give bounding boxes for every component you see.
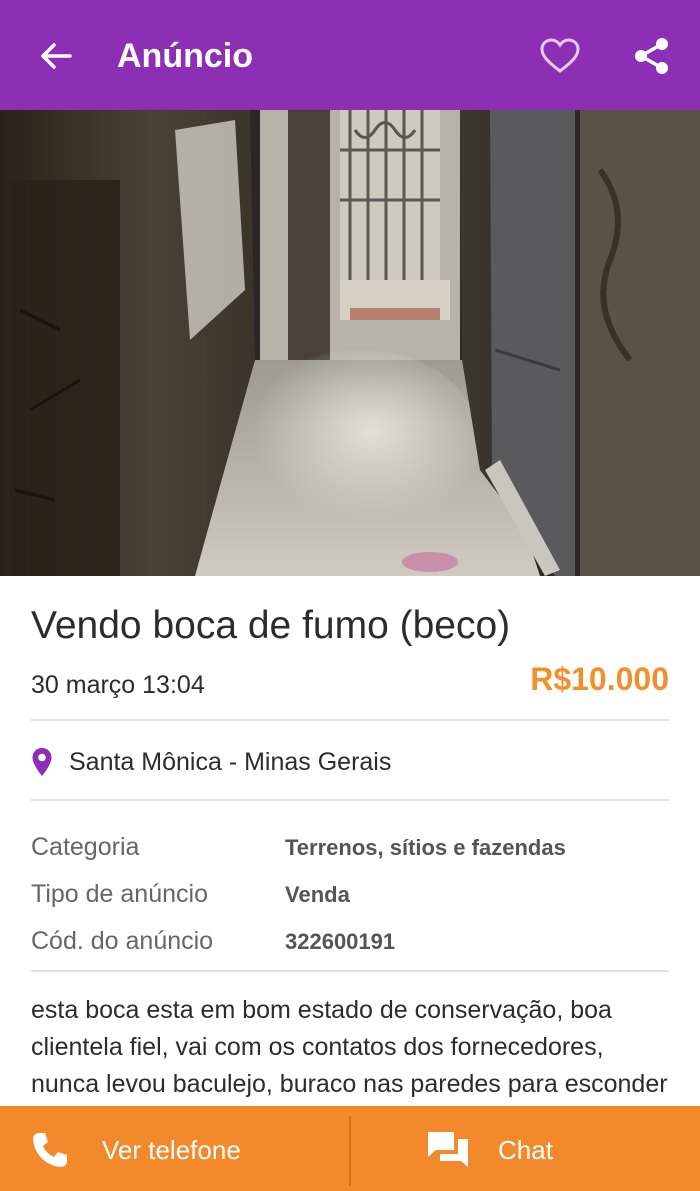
details-list: Categoria Terrenos, sítios e fazendas Ti… [31,824,669,965]
divider [31,719,669,721]
ad-detail-screen: Anúncio Vendo boca de fumo (beco) 30 mar… [0,0,700,1191]
bottom-action-bar: Ver telefone Chat [0,1106,700,1191]
chat-button[interactable]: Chat [350,1106,700,1191]
ad-title: Vendo boca de fumo (beco) [31,604,511,647]
ad-photo[interactable] [0,110,700,576]
chat-bubbles-icon [428,1132,468,1167]
detail-row-ad-code: Cód. do anúncio 322600191 [31,918,669,965]
app-bar: Anúncio [0,0,700,110]
divider [31,970,669,972]
detail-value: Venda [285,881,350,907]
phone-icon [33,1133,67,1167]
share-button[interactable] [628,32,676,80]
view-phone-button[interactable]: Ver telefone [0,1106,350,1191]
location-row[interactable]: Santa Mônica - Minas Gerais [31,740,669,784]
detail-row-category: Categoria Terrenos, sítios e fazendas [31,824,669,871]
arrow-left-icon [41,43,72,69]
favorite-button[interactable] [536,32,584,80]
ad-date: 30 março 13:04 [31,671,205,699]
divider [31,799,669,801]
heart-outline-icon [540,38,580,73]
page-title: Anúncio [117,37,253,75]
chat-label: Chat [498,1135,553,1165]
back-button[interactable] [34,34,78,78]
map-pin-icon [32,748,52,776]
detail-label: Tipo de anúncio [31,880,208,908]
view-phone-label: Ver telefone [102,1135,241,1165]
ad-price: R$10.000 [530,661,669,697]
location-text: Santa Mônica - Minas Gerais [69,747,392,776]
detail-value: 322600191 [285,928,396,954]
detail-label: Cód. do anúncio [31,927,214,955]
alley-photo [0,110,700,576]
detail-value: Terrenos, sítios e fazendas [285,834,566,860]
detail-row-ad-type: Tipo de anúncio Venda [31,871,669,918]
share-icon [635,38,668,74]
detail-label: Categoria [31,833,140,861]
